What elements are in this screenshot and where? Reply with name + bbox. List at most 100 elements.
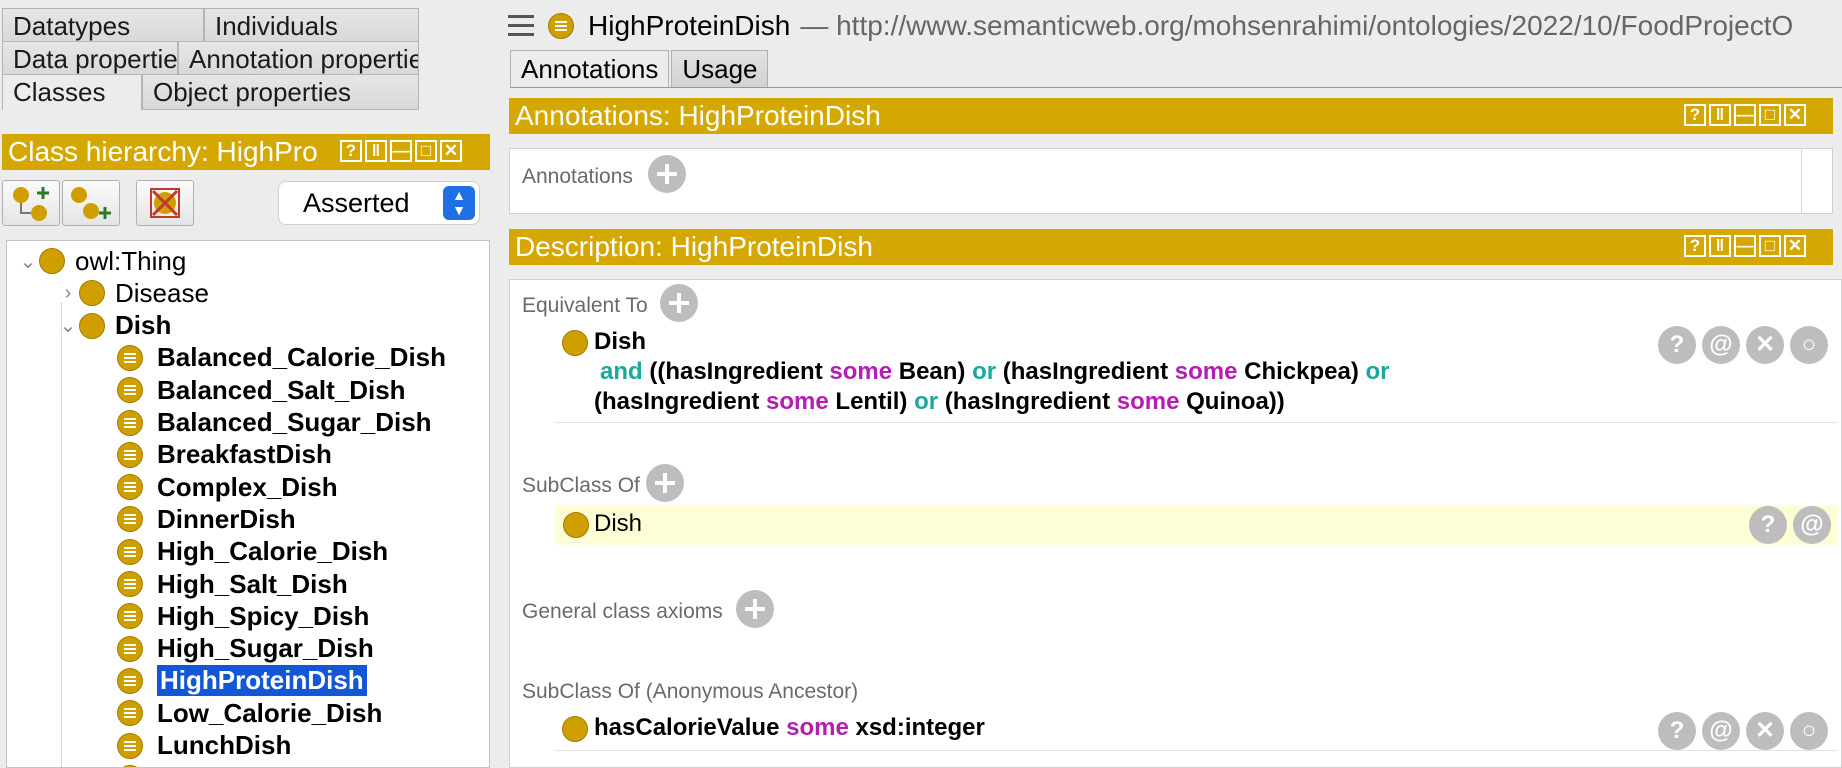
delete-icon[interactable]: ✕ <box>1746 712 1784 750</box>
separator <box>555 750 1837 751</box>
tree-node[interactable]: High_Salt_Dish <box>95 568 348 600</box>
help-icon[interactable]: ? <box>1749 506 1787 544</box>
entity-tabs: Annotations Usage <box>510 50 770 88</box>
tree-node-label: High_Salt_Dish <box>157 568 348 599</box>
inference-select[interactable]: Asserted ▲ ▼ <box>279 182 479 224</box>
tab-object-properties[interactable]: Object properties <box>142 74 419 110</box>
close-icon[interactable]: ✕ <box>1784 104 1806 126</box>
tree-node[interactable]: › Disease <box>57 277 209 309</box>
tree-node[interactable]: High_Sugar_Dish <box>95 633 374 665</box>
subclass-row[interactable]: Dish ? @ <box>555 505 1837 545</box>
tab-individuals[interactable]: Individuals <box>204 8 419 44</box>
edit-icon[interactable]: ○ <box>1790 326 1828 364</box>
delete-class-button[interactable] <box>136 180 194 226</box>
expression-token: ((hasIngredient <box>642 358 830 385</box>
defined-class-icon <box>548 13 574 39</box>
tab-classes[interactable]: Classes <box>2 74 142 110</box>
defined-class-icon <box>117 377 143 404</box>
tree-node-label: Balanced_Sugar_Dish <box>157 407 432 437</box>
tree-node-label: Mild_Spicy_Dish <box>157 762 364 767</box>
add-equivalent-button[interactable] <box>660 284 698 322</box>
expression-token: Chickpea) <box>1237 358 1366 385</box>
tree-node-label: High_Calorie_Dish <box>157 536 389 567</box>
close-icon[interactable]: ✕ <box>440 140 462 162</box>
tree-node[interactable]: Balanced_Calorie_Dish <box>95 342 446 374</box>
minimize-icon[interactable]: — <box>390 140 412 162</box>
minimize-icon[interactable]: — <box>1734 104 1756 126</box>
maximize-icon[interactable]: □ <box>1759 235 1781 257</box>
defined-class-icon <box>117 538 143 565</box>
annotate-icon[interactable]: @ <box>1793 506 1831 544</box>
maximize-icon[interactable]: □ <box>415 140 437 162</box>
tree-node[interactable]: ⌄ owl:Thing <box>17 245 187 277</box>
entity-iri: — http://www.semanticweb.org/mohsenrahim… <box>800 10 1794 41</box>
tab-row-1: Datatypes Individuals <box>2 8 419 44</box>
split-icon[interactable]: ‖ <box>1709 235 1731 257</box>
split-icon[interactable]: ‖ <box>1709 104 1731 126</box>
add-sibling-button[interactable] <box>62 180 120 226</box>
keyword-token: some <box>829 358 893 385</box>
add-superclass-button[interactable] <box>646 464 684 502</box>
add-general-axiom-button[interactable] <box>736 590 774 628</box>
tree-node[interactable]: Complex_Dish <box>95 471 338 503</box>
help-icon[interactable]: ? <box>1684 235 1706 257</box>
split-icon[interactable]: ‖ <box>365 140 387 162</box>
add-annotation-button[interactable] <box>648 155 686 193</box>
menu-icon[interactable] <box>508 15 534 37</box>
edit-icon[interactable]: ○ <box>1790 712 1828 750</box>
tree-node[interactable]: LunchDish <box>95 730 291 762</box>
tree-node[interactable]: Balanced_Salt_Dish <box>95 374 406 406</box>
close-icon[interactable]: ✕ <box>1784 235 1806 257</box>
tab-row-3: Classes Object properties <box>2 74 419 110</box>
keyword-token: some <box>1174 358 1238 385</box>
chevron-down-icon[interactable]: ⌄ <box>17 249 39 274</box>
chevron-down-icon[interactable]: ⌄ <box>57 313 79 338</box>
keyword-token: some <box>766 388 829 415</box>
expression-token: xsd:integer <box>848 714 985 741</box>
class-icon <box>562 330 588 356</box>
equivalent-class[interactable]: Dish <box>594 327 646 357</box>
annotations-card: Annotations <box>509 148 1833 214</box>
tree-node-label: Complex_Dish <box>157 471 338 502</box>
tree-node-label: High_Sugar_Dish <box>157 633 374 664</box>
tree-node[interactable]: Low_Calorie_Dish <box>95 697 382 729</box>
tab-data-properties[interactable]: Data properties <box>2 41 178 77</box>
class-tree[interactable]: ⌄ owl:Thing › Disease ⌄ Dish Balanced_Calorie_… <box>6 240 490 768</box>
annotate-icon[interactable]: @ <box>1702 326 1740 364</box>
tab-annotation-properties[interactable]: Annotation properties <box>178 41 419 77</box>
help-icon[interactable]: ? <box>340 140 362 162</box>
help-icon[interactable]: ? <box>1658 326 1696 364</box>
tree-node[interactable]: BreakfastDish <box>95 439 332 471</box>
annotate-icon[interactable]: @ <box>1702 712 1740 750</box>
add-subclass-button[interactable] <box>2 180 60 226</box>
equivalent-expression-line-2[interactable]: (hasIngredient some Lentil) or (hasIngre… <box>594 387 1285 417</box>
class-icon <box>39 248 65 274</box>
tree-node[interactable]: DinnerDish <box>95 503 296 535</box>
help-icon[interactable]: ? <box>1658 712 1696 750</box>
tree-node[interactable]: HighProteinDish <box>95 665 367 697</box>
delete-class-icon <box>150 188 180 218</box>
maximize-icon[interactable]: □ <box>1759 104 1781 126</box>
ancestor-expression[interactable]: hasCalorieValue some xsd:integer <box>594 713 985 743</box>
tab-usage[interactable]: Usage <box>671 50 769 88</box>
tree-node-label: LunchDish <box>157 730 292 760</box>
keyword-token: or <box>972 358 997 385</box>
class-hierarchy-header: Class hierarchy: HighPro ? ‖ — □ ✕ <box>2 134 490 170</box>
delete-icon[interactable]: ✕ <box>1746 326 1784 364</box>
chevron-right-icon[interactable]: › <box>57 282 79 305</box>
help-icon[interactable]: ? <box>1684 104 1706 126</box>
defined-class-icon <box>117 635 143 662</box>
tab-datatypes[interactable]: Datatypes <box>2 8 204 44</box>
equivalent-expression-line-1[interactable]: and ((hasIngredient some Bean) or (hasIn… <box>600 357 1390 387</box>
tree-node[interactable]: High_Spicy_Dish <box>95 600 369 632</box>
tab-annotations[interactable]: Annotations <box>510 50 670 88</box>
tree-node[interactable]: Balanced_Sugar_Dish <box>95 407 432 439</box>
view-controls: ? ‖ — □ ✕ <box>340 140 462 162</box>
tree-node[interactable]: High_Calorie_Dish <box>95 536 388 568</box>
tree-node-label: BreakfastDish <box>157 439 332 470</box>
expression-token: hasCalorieValue <box>594 714 787 741</box>
tree-node[interactable]: ⌄ Dish <box>57 310 172 342</box>
description-view-title: Description: HighProteinDish <box>515 231 873 262</box>
tree-node[interactable]: Mild_Spicy_Dish <box>95 762 364 767</box>
minimize-icon[interactable]: — <box>1734 235 1756 257</box>
